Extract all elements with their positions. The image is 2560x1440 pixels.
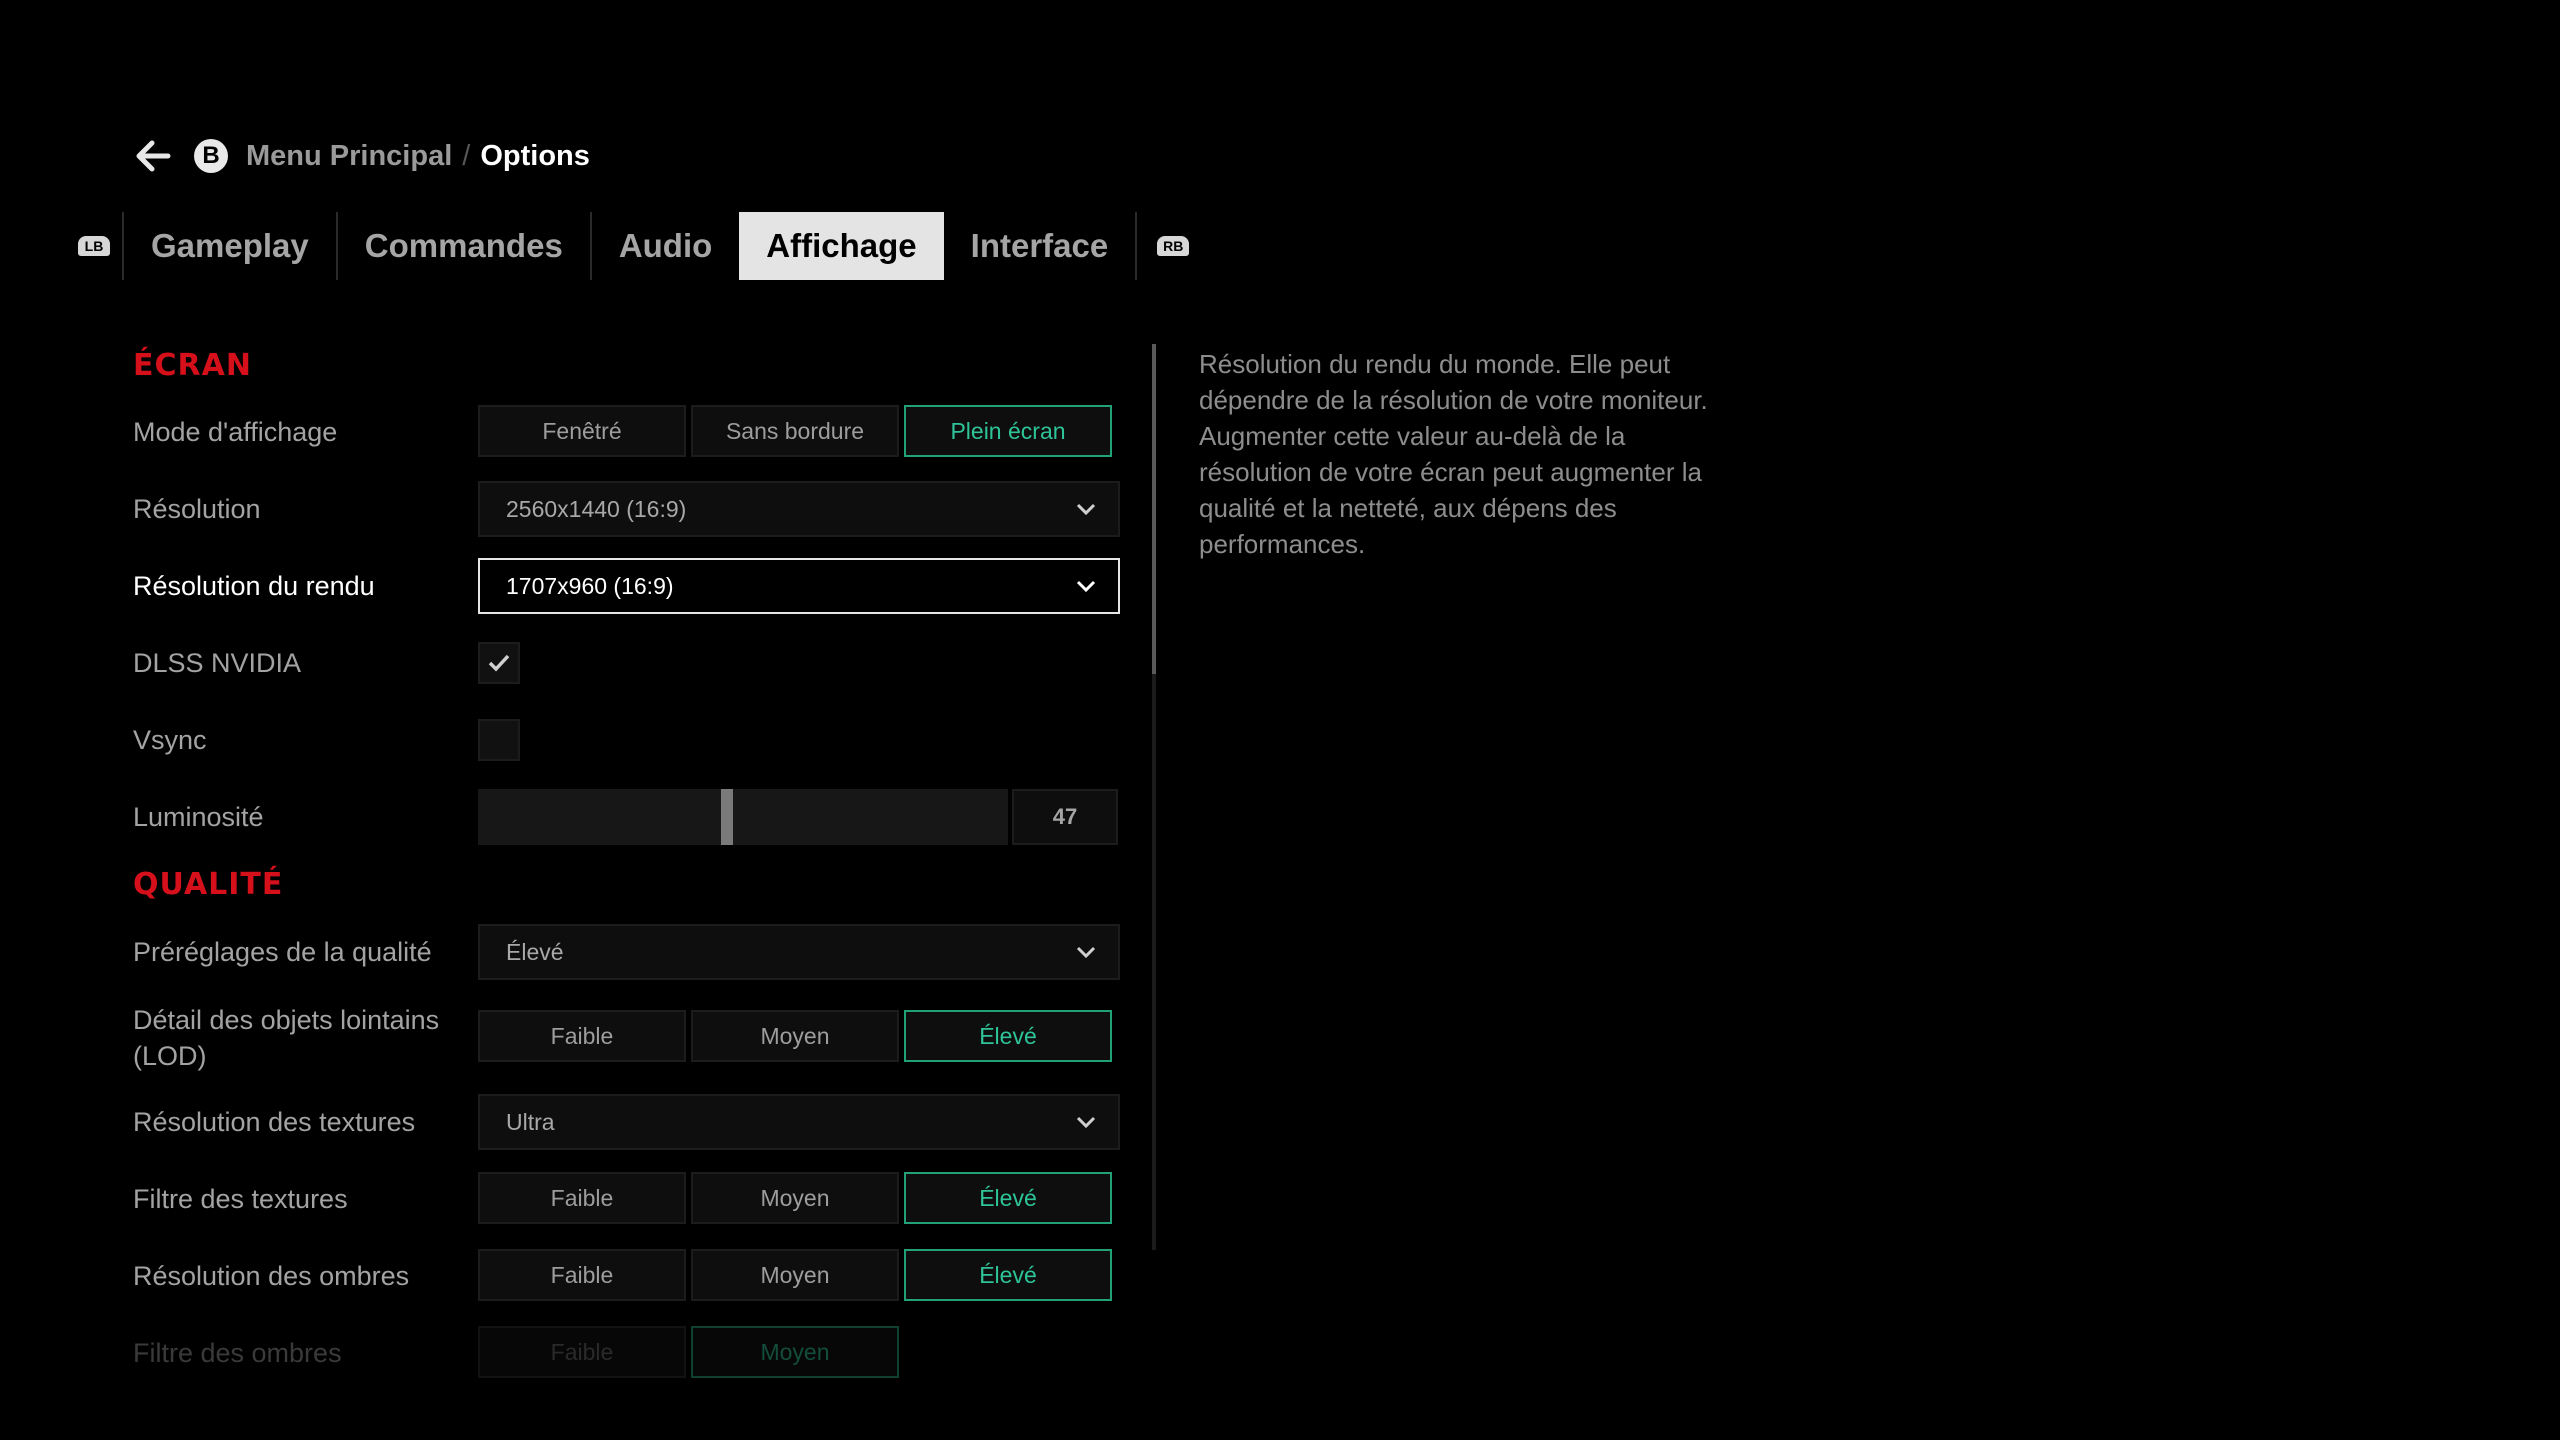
- lod-selector: Faible Moyen Élevé: [478, 1010, 1112, 1062]
- tab-commandes[interactable]: Commandes: [338, 212, 590, 280]
- tab-divider: [1135, 212, 1138, 280]
- chevron-down-icon: [1076, 503, 1096, 515]
- chevron-down-icon: [1076, 1116, 1096, 1128]
- display-mode-selector: Fenêtré Sans bordure Plein écran: [478, 405, 1112, 457]
- section-title-screen: ÉCRAN: [133, 348, 252, 383]
- breadcrumb: B Menu Principal / Options: [134, 136, 590, 176]
- shadow-resolution-high[interactable]: Élevé: [904, 1249, 1112, 1301]
- breadcrumb-main-menu[interactable]: Menu Principal: [246, 140, 452, 173]
- shadow-filter-medium[interactable]: Moyen: [691, 1326, 899, 1378]
- lod-low[interactable]: Faible: [478, 1010, 686, 1062]
- tab-bar: LB Gameplay Commandes Audio Affichage In…: [78, 212, 1190, 280]
- label-texture-resolution: Résolution des textures: [133, 1107, 416, 1137]
- tab-interface[interactable]: Interface: [944, 212, 1136, 280]
- label-vsync: Vsync: [133, 725, 207, 755]
- display-mode-borderless[interactable]: Sans bordure: [691, 405, 899, 457]
- label-texture-filter: Filtre des textures: [133, 1184, 348, 1214]
- brightness-value: 47: [1012, 789, 1118, 845]
- render-resolution-value: 1707x960 (16:9): [506, 572, 674, 599]
- label-lod: Détail des objets lointains (LOD): [133, 1002, 439, 1074]
- quality-preset-dropdown[interactable]: Élevé: [478, 924, 1120, 980]
- tab-affichage[interactable]: Affichage: [739, 212, 944, 280]
- label-brightness: Luminosité: [133, 802, 264, 832]
- tab-audio[interactable]: Audio: [592, 212, 739, 280]
- scrollbar-thumb[interactable]: [1152, 344, 1156, 674]
- label-shadow-resolution: Résolution des ombres: [133, 1261, 410, 1291]
- resolution-value: 2560x1440 (16:9): [506, 495, 687, 522]
- label-dlss: DLSS NVIDIA: [133, 648, 302, 678]
- texture-resolution-dropdown[interactable]: Ultra: [478, 1094, 1120, 1150]
- texture-filter-low[interactable]: Faible: [478, 1172, 686, 1224]
- display-mode-fullscreen[interactable]: Plein écran: [904, 405, 1112, 457]
- breadcrumb-current: Options: [480, 139, 590, 172]
- lod-high[interactable]: Élevé: [904, 1010, 1112, 1062]
- lb-bumper-icon[interactable]: LB: [78, 236, 110, 256]
- texture-filter-high[interactable]: Élevé: [904, 1172, 1112, 1224]
- scrollbar[interactable]: [1152, 344, 1156, 1250]
- back-arrow-icon[interactable]: [134, 139, 172, 173]
- label-lod-line1: Détail des objets lointains: [133, 1005, 440, 1035]
- shadow-resolution-medium[interactable]: Moyen: [691, 1249, 899, 1301]
- checkmark-icon: [488, 654, 510, 672]
- shadow-filter-selector: Faible Moyen: [478, 1326, 899, 1378]
- shadow-filter-low[interactable]: Faible: [478, 1326, 686, 1378]
- label-shadow-filter: Filtre des ombres: [133, 1338, 342, 1368]
- shadow-resolution-low[interactable]: Faible: [478, 1249, 686, 1301]
- label-resolution: Résolution: [133, 494, 261, 524]
- resolution-dropdown[interactable]: 2560x1440 (16:9): [478, 481, 1120, 537]
- shadow-resolution-selector: Faible Moyen Élevé: [478, 1249, 1112, 1301]
- brightness-slider[interactable]: [478, 789, 1008, 845]
- dlss-checkbox[interactable]: [478, 642, 520, 684]
- texture-resolution-value: Ultra: [506, 1108, 555, 1135]
- label-lod-line2: (LOD): [133, 1041, 207, 1071]
- texture-filter-selector: Faible Moyen Élevé: [478, 1172, 1112, 1224]
- lod-medium[interactable]: Moyen: [691, 1010, 899, 1062]
- texture-filter-medium[interactable]: Moyen: [691, 1172, 899, 1224]
- b-button-icon[interactable]: B: [194, 139, 228, 173]
- chevron-down-icon: [1076, 580, 1096, 592]
- render-resolution-dropdown[interactable]: 1707x960 (16:9): [478, 558, 1120, 614]
- setting-description: Résolution du rendu du monde. Elle peut …: [1199, 349, 1708, 559]
- brightness-slider-handle[interactable]: [721, 789, 733, 845]
- tab-gameplay[interactable]: Gameplay: [124, 212, 336, 280]
- vsync-checkbox[interactable]: [478, 719, 520, 761]
- chevron-down-icon: [1076, 946, 1096, 958]
- quality-preset-value: Élevé: [506, 938, 564, 965]
- section-title-quality: QUALITÉ: [133, 867, 284, 902]
- label-render-resolution: Résolution du rendu: [133, 571, 375, 601]
- label-quality-preset: Préréglages de la qualité: [133, 937, 432, 967]
- breadcrumb-separator: /: [462, 139, 471, 172]
- display-mode-windowed[interactable]: Fenêtré: [478, 405, 686, 457]
- label-display-mode: Mode d'affichage: [133, 417, 338, 447]
- rb-bumper-icon[interactable]: RB: [1157, 236, 1190, 256]
